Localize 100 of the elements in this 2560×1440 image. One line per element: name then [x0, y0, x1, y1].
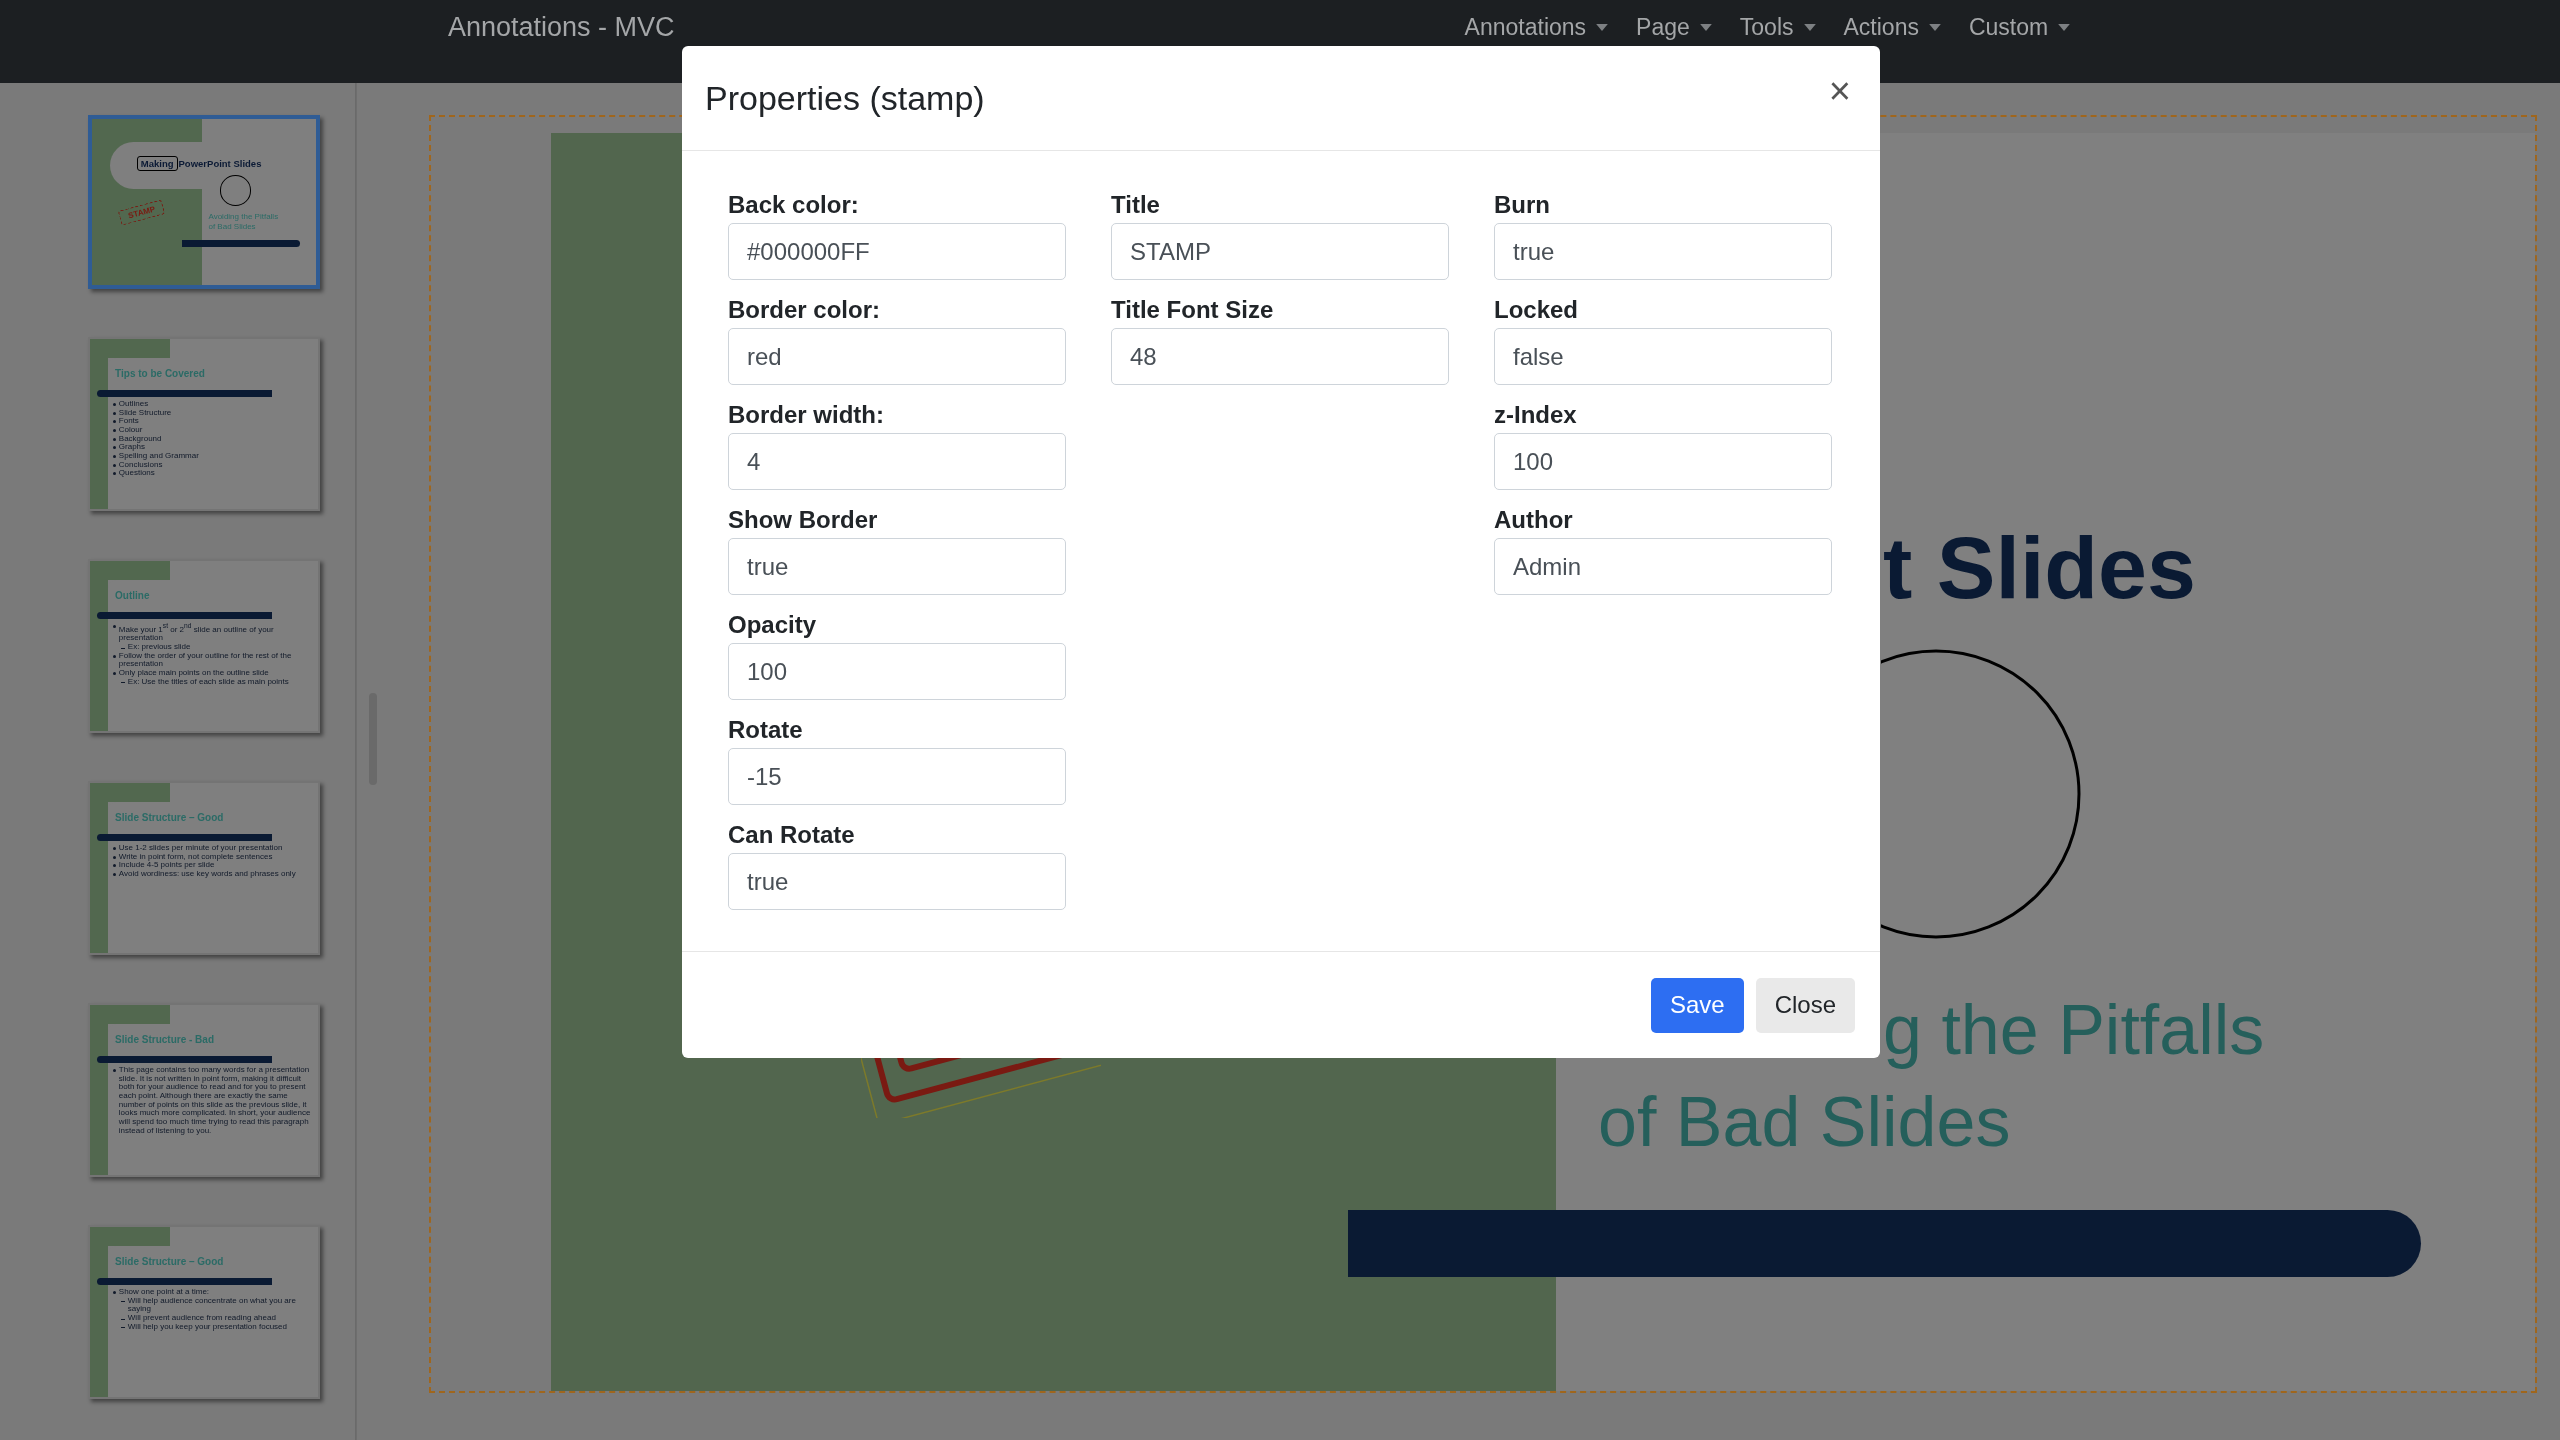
nav-menu[interactable]: Tools [1739, 12, 1816, 42]
property-field[interactable]: -15 [728, 748, 1066, 805]
bullet-icon [112, 472, 116, 476]
bullet-text: Include 4-5 points per slide [118, 861, 215, 871]
close-button[interactable]: Close [1755, 977, 1855, 1033]
bullet-text: Make your 1$^{st}$ or 2$^{nd}$ slide an outline of your presentation [118, 622, 275, 644]
slide-thumbnail[interactable]: Making PowerPoint Slides STAMP Avoiding the Pitfalls of Bad Slides [88, 115, 320, 289]
slide-thumbnail[interactable] [88, 1003, 320, 1177]
bullet-icon [112, 420, 116, 424]
bullet-text: This page contains too many words for a presentation slide. It is not written in point form, making it difficult both for your audience to read and for you to present each point. Although there are exactly the same number of points on this slide as the previous slide, it looks much more complicated. In short, your audience will spend too much time trying to read this paragraph instead of listening to you. [118, 1066, 312, 1136]
caret-icon [2058, 23, 2071, 31]
bullet-icon [112, 654, 116, 658]
bullet-text: Show one point at a time: [118, 1288, 210, 1297]
sub-bullet-text: Will help audience concentrate on what you are saying [127, 1296, 297, 1315]
bullet-icon [112, 1069, 116, 1073]
nav-menu[interactable]: Annotations [1464, 12, 1609, 42]
bullet-icon [112, 625, 116, 629]
close-button[interactable]: × [1824, 72, 1855, 110]
sub-bullet-text: Will help you keep your presentation focused [127, 1322, 287, 1332]
nav-menu[interactable]: Page [1636, 12, 1712, 42]
slide-subtitle: of Bad Slides [1598, 1082, 2011, 1163]
bullet-icon [112, 864, 116, 868]
field-label: Border width: [728, 400, 885, 430]
property-field[interactable]: 4 [728, 433, 1066, 490]
bullet-text: Colour [118, 426, 143, 435]
slide-thumbnail[interactable]: Slide Structure – Good Show one point at a time: Will help audience concentrate on what you are saying Will prevent audience from reading ahead Will help you keep your presentation focused [88, 1225, 320, 1399]
sub-bullet-text: Ex: previous slide [127, 643, 191, 652]
caret-icon [1928, 23, 1941, 31]
bullet-text: Fonts [118, 417, 139, 427]
scrollbar[interactable] [356, 83, 379, 1440]
bullet-text: Graphs [118, 443, 146, 452]
property-field[interactable]: true [1494, 223, 1832, 280]
field-label: Locked [1494, 295, 1580, 325]
slide-subtitle: g the Pitfalls [1883, 990, 2265, 1071]
slide-thumbnail[interactable]: Slide Structure – Good Use 1-2 slides per minute of your presentation Write in point form, not complete sentences Include 4-5 points per slide Avoid wordiness: use key words and phrases only [88, 781, 320, 955]
bullet-icon [112, 671, 116, 675]
bullet-text: Write in point form, not complete sentences [118, 852, 273, 861]
field-label: z-Index [1494, 400, 1578, 430]
bullet-icon [112, 463, 116, 467]
bullet-icon [112, 411, 116, 415]
bullet-icon [112, 847, 116, 851]
dialog-title: Properties (stamp) [705, 78, 985, 118]
property-field[interactable]: false [1494, 328, 1832, 385]
slide-title: Slide Structure - Bad [115, 1033, 214, 1045]
boxed-title-word: Making [136, 155, 178, 171]
property-field[interactable]: true [728, 538, 1066, 595]
nav-menu[interactable]: Custom [1968, 12, 2071, 42]
slide-title: t Slides [1883, 517, 2196, 619]
caret-icon [1596, 23, 1609, 31]
field-label: Opacity [728, 610, 818, 640]
dash-icon [120, 682, 125, 684]
field-label: Back color: [728, 190, 860, 220]
slide-title: Tips to be Covered [115, 367, 205, 379]
bullet-text: Outlines [118, 400, 149, 409]
bullet-icon [112, 446, 116, 450]
bullet-text: Only place main points on the outline slide [118, 668, 269, 677]
slide-subtitle: Avoiding the Pitfalls [208, 211, 279, 222]
field-label: Author [1494, 505, 1574, 535]
property-field[interactable]: #000000FF [728, 223, 1066, 280]
bullet-text: Avoid wordiness: use key words and phrases only [118, 870, 296, 879]
bullet-icon [112, 454, 116, 458]
field-label: Border color: [728, 295, 881, 325]
slide-thumbnail[interactable] [88, 559, 320, 733]
sub-bullet-text: Will prevent audience from reading ahead [127, 1314, 276, 1323]
bullet-icon [112, 1291, 116, 1295]
property-field[interactable]: red [728, 328, 1066, 385]
field-label: Can Rotate [728, 820, 856, 850]
bullet-text: Use 1-2 slides per minute of your presentation [118, 844, 283, 853]
slide-thumbnail[interactable]: Tips to be Covered Outlines Slide Structure Fonts Colour Background Graphs Spelling and Grammar Conclusions Questions [88, 337, 320, 511]
property-field[interactable]: 100 [728, 643, 1066, 700]
bullet-icon [112, 873, 116, 877]
bullet-text: Spelling and Grammar [118, 451, 199, 460]
bullet-icon [112, 403, 116, 407]
caret-icon [1699, 23, 1712, 31]
property-field[interactable]: 100 [1494, 433, 1832, 490]
app-brand[interactable]: Annotations - MVC [448, 12, 675, 42]
caret-icon [1803, 23, 1816, 31]
property-field[interactable]: 48 [1111, 328, 1449, 385]
slide-title: Outline [115, 589, 150, 601]
property-field[interactable]: STAMP [1111, 223, 1449, 280]
property-field[interactable]: Admin [1494, 538, 1832, 595]
bullet-text: Conclusions [118, 460, 163, 470]
bullet-text: Questions [118, 469, 155, 478]
slide-title: Slide Structure – Good [115, 1255, 224, 1267]
bullet-text: Slide Structure [118, 408, 172, 418]
bullet-icon [112, 437, 116, 441]
property-field[interactable]: true [728, 853, 1066, 910]
field-label: Title Font Size [1111, 295, 1275, 325]
field-label: Title [1111, 190, 1161, 220]
slide-title: Slide Structure – Good [115, 811, 224, 823]
bullet-text: Background [118, 434, 162, 443]
save-button[interactable]: Save [1650, 977, 1744, 1033]
dash-icon [120, 1318, 125, 1320]
bullet-text: Follow the order of your outline for the rest of the presentation [118, 651, 293, 669]
bullet-icon [112, 855, 116, 859]
field-label: Rotate [728, 715, 804, 745]
slide-title: PowerPoint Slides [178, 157, 262, 169]
slide-subtitle: of Bad Slides [208, 221, 257, 232]
nav-menu[interactable]: Actions [1843, 12, 1941, 42]
sub-bullet-text: Ex: Use the titles of each slide as main points [127, 677, 289, 687]
